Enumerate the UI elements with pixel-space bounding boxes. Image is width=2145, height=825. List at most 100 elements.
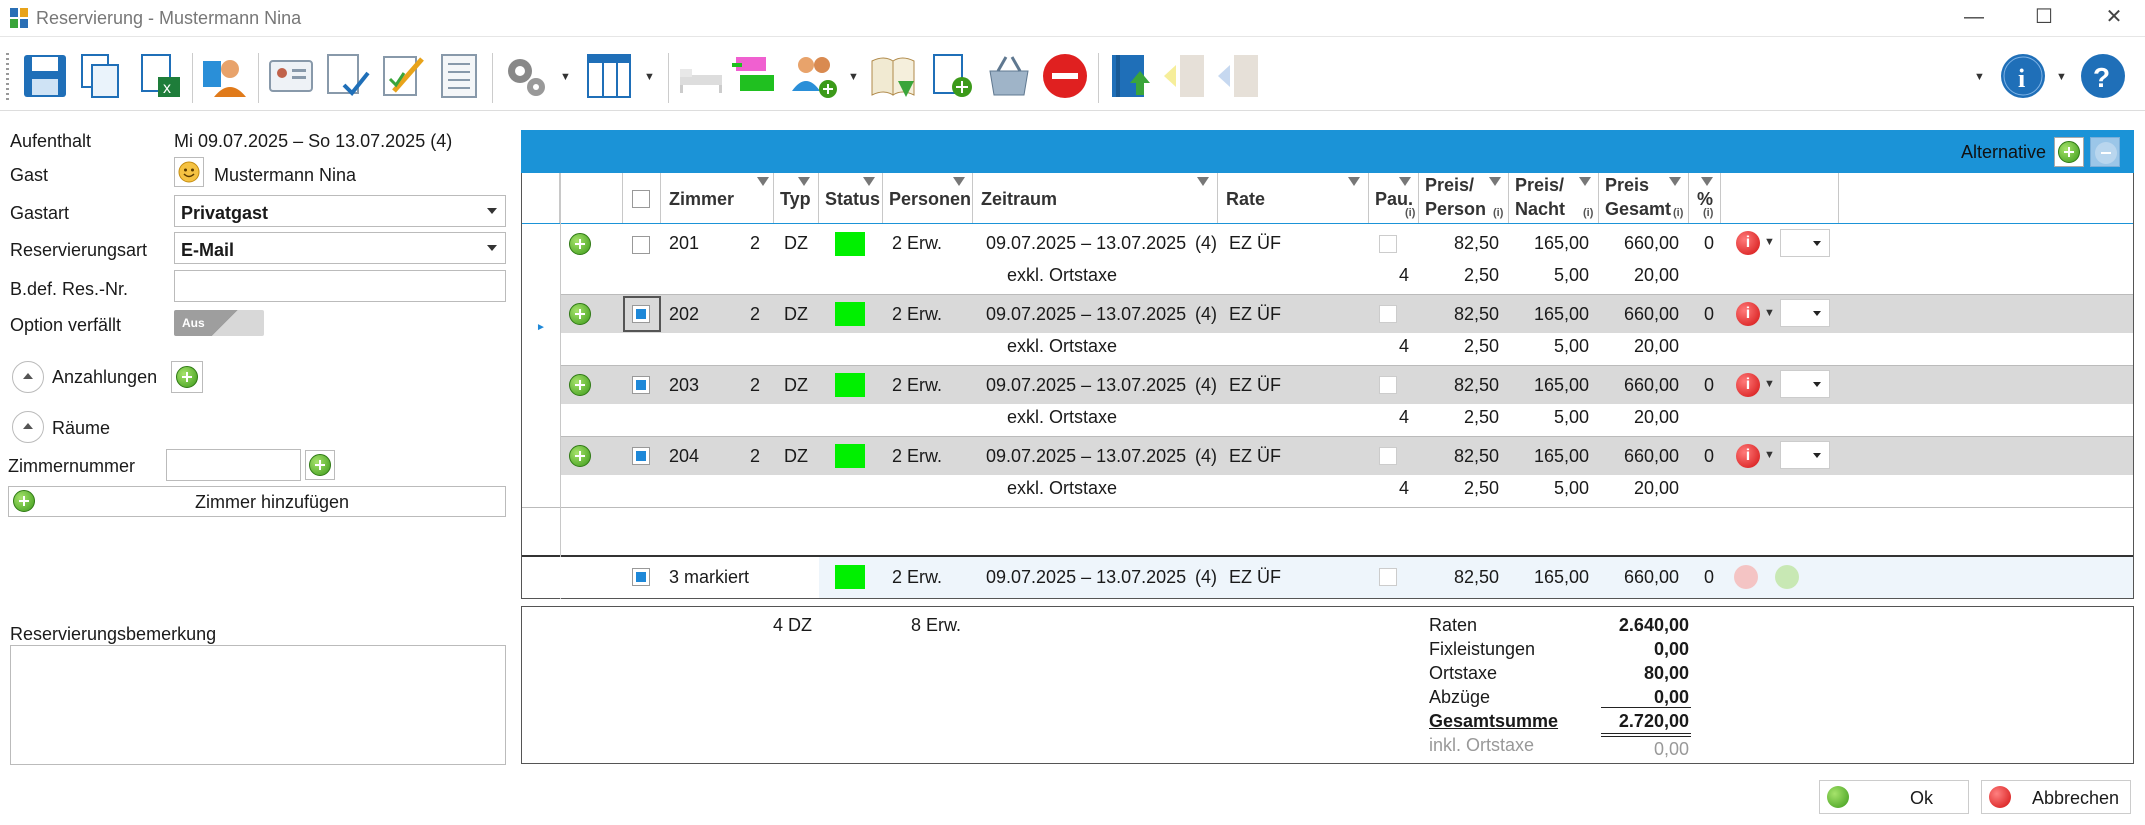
row-action-select[interactable] — [1780, 229, 1830, 257]
zimmernummer-input[interactable] — [166, 449, 301, 481]
row-action-select[interactable] — [1780, 299, 1830, 327]
minimize-button[interactable]: — — [1944, 0, 2004, 37]
excel-export-icon[interactable]: x — [134, 51, 184, 101]
basket-icon[interactable] — [984, 51, 1034, 101]
filter-icon[interactable] — [1399, 177, 1411, 186]
table-layout-dropdown-arrow[interactable]: ▼ — [644, 71, 655, 83]
filter-icon[interactable] — [1348, 177, 1360, 186]
col-preis-person[interactable]: Preis/Person (i) — [1419, 173, 1509, 223]
group-dropdown-arrow[interactable]: ▼ — [848, 71, 859, 83]
close-window-button[interactable]: ✕ — [2084, 0, 2144, 37]
help-icon[interactable]: ? — [2078, 51, 2128, 101]
info-alert-icon[interactable]: i — [1736, 444, 1760, 468]
col-pau[interactable]: Pau. (i) — [1369, 173, 1419, 223]
info-alert-icon[interactable]: i — [1736, 302, 1760, 326]
document-check-icon[interactable] — [322, 51, 372, 101]
book-icon[interactable] — [868, 51, 918, 101]
alert-dropdown-arrow[interactable]: ▼ — [1764, 236, 1775, 248]
discard-icon[interactable] — [1734, 565, 1758, 589]
toolbar-grip[interactable] — [6, 53, 9, 103]
guest-icon[interactable] — [200, 51, 250, 101]
toolbar-overflow-arrow[interactable]: ▼ — [1974, 71, 1985, 83]
bemerkung-textarea[interactable] — [10, 645, 506, 765]
marked-preis-gesamt[interactable]: 660,00 — [1599, 567, 1679, 588]
alert-dropdown-arrow[interactable]: ▼ — [1764, 307, 1775, 319]
filter-icon[interactable] — [1489, 177, 1501, 186]
apply-icon[interactable] — [1775, 565, 1799, 589]
status-indicator[interactable] — [835, 565, 865, 589]
list-icon[interactable] — [434, 51, 484, 101]
filter-icon[interactable] — [1579, 177, 1591, 186]
new-document-icon[interactable] — [926, 51, 976, 101]
col-status[interactable]: Status — [819, 173, 883, 223]
copy-icon[interactable] — [76, 51, 126, 101]
table-row[interactable]: ► 202 2 DZ 2 Erw. 09.07.2025 – 13.07.202… — [522, 295, 2133, 365]
filter-icon[interactable] — [863, 177, 875, 186]
add-zimmernummer-button[interactable] — [305, 450, 335, 480]
gast-value[interactable]: Mustermann Nina — [214, 165, 356, 186]
add-anzahlung-button[interactable] — [171, 361, 203, 393]
row-checkbox[interactable] — [632, 376, 650, 394]
bdef-input[interactable] — [174, 270, 506, 302]
id-card-icon[interactable] — [266, 51, 316, 101]
marked-checkbox[interactable] — [632, 568, 650, 586]
filter-icon[interactable] — [1197, 177, 1209, 186]
table-row[interactable]: 203 2 DZ 2 Erw. 09.07.2025 – 13.07.2025 … — [522, 366, 2133, 436]
add-row-icon[interactable] — [569, 233, 591, 255]
marked-summary-row[interactable]: 3 markiert 2 Erw. 09.07.2025 – 13.07.202… — [522, 557, 2133, 598]
raeume-collapse-button[interactable] — [12, 411, 44, 443]
row-checkbox[interactable] — [632, 236, 650, 254]
col-personen[interactable]: Personen — [883, 173, 973, 223]
add-group-icon[interactable] — [790, 51, 840, 101]
resart-select[interactable]: E-Mail — [174, 232, 506, 264]
marked-rate[interactable]: EZ ÜF — [1229, 567, 1281, 588]
row-action-select[interactable] — [1780, 370, 1830, 398]
table-row[interactable]: 201 2 DZ 2 Erw. 09.07.2025 – 13.07.2025 … — [522, 224, 2133, 294]
anzahlungen-collapse-button[interactable] — [12, 361, 44, 393]
marked-personen[interactable]: 2 Erw. — [892, 567, 942, 588]
filter-icon[interactable] — [1701, 177, 1713, 186]
col-preis-gesamt[interactable]: Preis Gesamt (i) — [1599, 173, 1689, 223]
info-alert-icon[interactable]: i — [1736, 231, 1760, 255]
col-prozent[interactable]: % (i) — [1689, 173, 1721, 223]
guest-mood-button[interactable] — [174, 157, 204, 187]
col-zeitraum[interactable]: Zeitraum — [973, 173, 1218, 223]
pau-checkbox[interactable] — [1379, 235, 1397, 253]
info-alert-icon[interactable]: i — [1736, 373, 1760, 397]
col-preis-nacht[interactable]: Preis/Nacht (i) — [1509, 173, 1599, 223]
ok-button[interactable]: Ok — [1819, 780, 1969, 814]
pau-checkbox[interactable] — [1379, 305, 1397, 323]
alert-dropdown-arrow[interactable]: ▼ — [1764, 449, 1775, 461]
filter-icon[interactable] — [953, 177, 965, 186]
alert-dropdown-arrow[interactable]: ▼ — [1764, 378, 1775, 390]
maximize-button[interactable]: ☐ — [2014, 0, 2074, 37]
add-row-icon[interactable] — [569, 445, 591, 467]
option-toggle[interactable]: Aus — [174, 310, 264, 336]
row-checkbox[interactable] — [632, 305, 650, 323]
filter-icon[interactable] — [757, 177, 769, 186]
marked-pct[interactable]: 0 — [1704, 567, 1714, 588]
marked-pau-checkbox[interactable] — [1379, 568, 1397, 586]
edit-icon[interactable] — [378, 51, 428, 101]
settings-dropdown-arrow[interactable]: ▼ — [560, 71, 571, 83]
marked-preis-person[interactable]: 82,50 — [1419, 567, 1499, 588]
table-row[interactable]: 204 2 DZ 2 Erw. 09.07.2025 – 13.07.2025 … — [522, 437, 2133, 507]
filter-icon[interactable] — [798, 177, 810, 186]
info-icon[interactable]: i — [1998, 51, 2048, 101]
add-alternative-button[interactable] — [2054, 137, 2084, 167]
upload-icon[interactable] — [1106, 51, 1156, 101]
info-dropdown-arrow[interactable]: ▼ — [2056, 71, 2067, 83]
col-zimmer[interactable]: Zimmer — [661, 173, 774, 223]
row-checkbox[interactable] — [632, 447, 650, 465]
marked-zeitraum[interactable]: 09.07.2025 – 13.07.2025 — [986, 567, 1186, 588]
table-layout-icon[interactable] — [584, 51, 634, 101]
pau-checkbox[interactable] — [1379, 447, 1397, 465]
room-move-icon[interactable] — [730, 51, 780, 101]
save-icon[interactable] — [20, 51, 70, 101]
add-row-icon[interactable] — [569, 303, 591, 325]
col-rate[interactable]: Rate — [1218, 173, 1369, 223]
remove-alternative-button[interactable] — [2090, 137, 2120, 167]
add-row-icon[interactable] — [569, 374, 591, 396]
marked-preis-nacht[interactable]: 165,00 — [1509, 567, 1589, 588]
settings-icon[interactable] — [500, 51, 550, 101]
